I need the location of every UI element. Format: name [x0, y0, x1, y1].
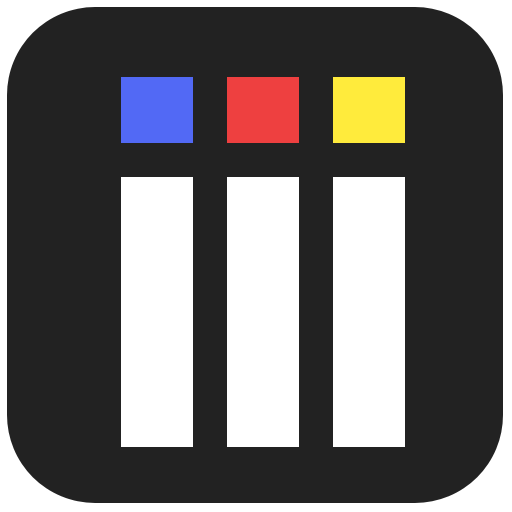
- icon-canvas: [0, 0, 512, 512]
- red-swatch: [227, 77, 299, 143]
- white-bar-1: [121, 177, 193, 447]
- white-bar-2: [227, 177, 299, 447]
- white-bar-3: [333, 177, 405, 447]
- app-icon: [7, 7, 503, 503]
- yellow-swatch: [333, 77, 405, 143]
- blue-swatch: [121, 77, 193, 143]
